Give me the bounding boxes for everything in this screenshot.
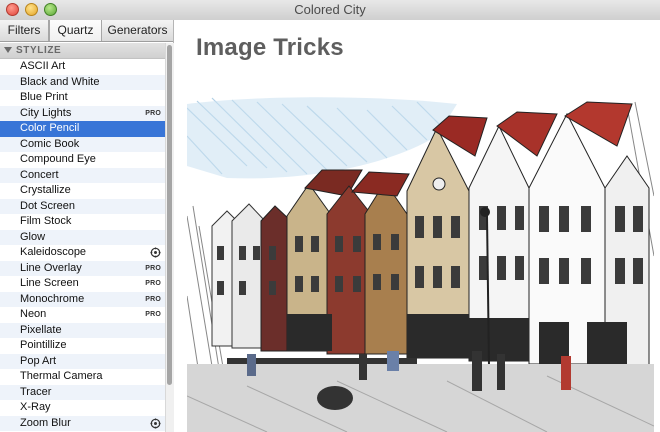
tab-generators[interactable]: Generators — [102, 20, 173, 41]
effect-item[interactable]: Glow — [0, 229, 165, 245]
effect-item[interactable]: Blue Print — [0, 90, 165, 106]
effect-item[interactable]: Crystallize — [0, 183, 165, 199]
preview-image — [187, 96, 654, 432]
effect-item[interactable]: Neon PRO — [0, 307, 165, 323]
disclosure-triangle-icon[interactable] — [4, 47, 12, 53]
window-title: Colored City — [294, 2, 366, 17]
effect-item-label: Film Stock — [20, 215, 72, 227]
effect-item-label: Zoom Blur — [20, 416, 71, 429]
effect-item-label: ASCII Art — [20, 60, 66, 72]
effect-item[interactable]: Thermal Camera — [0, 369, 165, 385]
effect-item-label: Compound Eye — [20, 153, 96, 165]
effect-item-label: Dot Screen — [20, 199, 76, 212]
app-window: Colored City Filters Quartz Generators S… — [0, 0, 660, 432]
effect-item[interactable]: Tracer — [0, 384, 165, 400]
effect-item[interactable]: Pixellate — [0, 322, 165, 338]
section-header-stylize[interactable]: STYLIZE — [0, 43, 165, 59]
tab-bar: Filters Quartz Generators — [0, 20, 173, 42]
effect-item-label: Tracer — [20, 385, 52, 398]
sidebar: Filters Quartz Generators STYLIZE ASCII … — [0, 20, 174, 432]
effect-item[interactable]: ASCII Art — [0, 59, 165, 75]
effect-item-label: Pop Art — [20, 354, 57, 367]
effect-item[interactable]: Comic Book — [0, 136, 165, 152]
effect-item[interactable]: Pop Art — [0, 353, 165, 369]
section-label: STYLIZE — [16, 45, 62, 56]
effect-item-label: Neon — [20, 308, 47, 320]
gear-icon — [150, 247, 161, 258]
effect-list: ASCII Art Black and White Blue Print City L… — [0, 59, 165, 431]
effect-item-label: X-Ray — [20, 401, 51, 413]
scrollbar[interactable] — [165, 43, 174, 432]
page-title: Image Tricks — [196, 34, 344, 61]
tab-filters[interactable]: Filters — [0, 20, 49, 41]
effect-item[interactable]: Compound Eye — [0, 152, 165, 168]
effect-item-label: Line Screen — [20, 277, 79, 289]
effect-item-label: Comic Book — [20, 137, 80, 150]
effect-item[interactable]: Dot Screen — [0, 198, 165, 214]
effect-item-label: City Lights — [20, 106, 72, 119]
effect-item-label: Thermal Camera — [20, 370, 103, 382]
main-panel: Image Tricks — [174, 20, 660, 432]
pro-badge: PRO — [145, 280, 161, 287]
effect-item[interactable]: Black and White — [0, 74, 165, 90]
effect-item[interactable]: Film Stock — [0, 214, 165, 230]
effect-item[interactable]: City Lights PRO — [0, 105, 165, 121]
effect-item[interactable]: Concert — [0, 167, 165, 183]
effect-item-label: Monochrome — [20, 292, 85, 305]
title-bar: Colored City — [0, 0, 660, 21]
effect-item[interactable]: Line Overlay PRO — [0, 260, 165, 276]
effect-item[interactable]: X-Ray — [0, 400, 165, 416]
pro-badge: PRO — [145, 295, 161, 303]
pro-badge: PRO — [145, 109, 161, 117]
effect-item[interactable]: Kaleidoscope — [0, 245, 165, 261]
effect-item-label: Pointillize — [20, 339, 67, 351]
tab-quartz[interactable]: Quartz — [49, 20, 102, 41]
effect-item-label: Color Pencil — [20, 122, 80, 134]
effect-item-label: Glow — [20, 230, 46, 243]
effect-item[interactable]: Zoom Blur — [0, 415, 165, 431]
effect-item-label: Black and White — [20, 75, 100, 88]
effect-item-label: Blue Print — [20, 91, 68, 103]
effect-item[interactable]: Monochrome PRO — [0, 291, 165, 307]
effect-item[interactable]: Line Screen PRO — [0, 276, 165, 292]
effect-item-label: Kaleidoscope — [20, 246, 87, 258]
pro-badge: PRO — [145, 311, 161, 318]
pro-badge: PRO — [145, 264, 161, 272]
effect-item[interactable]: Color Pencil — [0, 121, 165, 137]
effect-item[interactable]: Pointillize — [0, 338, 165, 354]
gear-icon — [150, 417, 161, 429]
effect-item-label: Concert — [20, 168, 59, 181]
effect-item-label: Line Overlay — [20, 261, 82, 274]
scroll-thumb[interactable] — [167, 45, 172, 385]
effect-item-label: Crystallize — [20, 184, 71, 196]
effect-item-label: Pixellate — [20, 323, 62, 336]
